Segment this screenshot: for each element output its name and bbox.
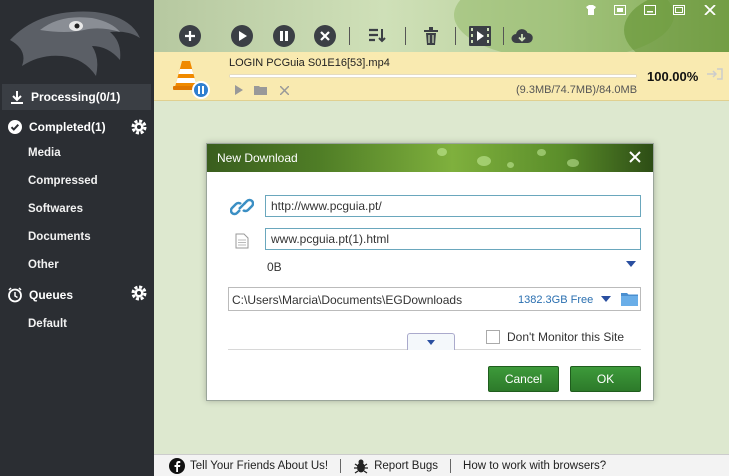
sidebar-item-queues[interactable]: Queues — [0, 282, 154, 308]
pause-badge-icon[interactable] — [192, 81, 210, 99]
open-file-icon[interactable] — [707, 68, 723, 80]
sidebar-item-default[interactable]: Default — [28, 318, 67, 330]
sidebar-item-label: Queues — [29, 288, 74, 302]
sidebar-item-softwares[interactable]: Softwares — [28, 203, 83, 215]
footer-separator — [450, 458, 452, 473]
gear-icon[interactable] — [130, 118, 148, 136]
close-button[interactable] — [701, 3, 719, 17]
chevron-down-icon — [427, 339, 435, 345]
folder-icon[interactable] — [253, 84, 267, 96]
shirt-skin-icon[interactable] — [582, 3, 600, 17]
download-progress — [229, 74, 637, 78]
play-icon[interactable] — [232, 84, 244, 96]
file-size: 0B — [267, 260, 282, 274]
url-input[interactable] — [265, 195, 641, 217]
browsers-help-link[interactable]: How to work with browsers? — [463, 460, 606, 472]
tell-friends-label: Tell Your Friends About Us! — [190, 459, 329, 472]
restore-icon[interactable] — [611, 3, 629, 17]
report-bugs-link[interactable]: Report Bugs — [353, 458, 438, 474]
video-convert-icon[interactable] — [468, 25, 492, 47]
dont-monitor-checkbox[interactable] — [486, 330, 500, 344]
toolbar-separator — [455, 27, 456, 45]
water-drop — [567, 159, 579, 167]
water-drop — [477, 156, 491, 166]
download-percent: 100.00% — [647, 69, 699, 84]
report-bugs-label: Report Bugs — [374, 459, 439, 472]
footer-separator — [340, 458, 342, 473]
download-size: (9.3MB/74.7MB)/84.0MB — [516, 84, 638, 96]
sidebar-item-media[interactable]: Media — [28, 147, 61, 159]
save-path-field[interactable]: C:\Users\Marcia\Documents\EGDownloads 13… — [228, 287, 641, 311]
footer: Tell Your Friends About Us! Report Bugs … — [154, 454, 729, 476]
sort-icon[interactable] — [366, 25, 388, 47]
download-icon — [9, 89, 25, 105]
download-item[interactable]: LOGIN PCGuia S01E16[53].mp4 100.00% (9.3… — [154, 52, 729, 101]
water-drop — [437, 148, 447, 156]
water-drop — [537, 149, 546, 156]
close-icon[interactable] — [278, 84, 290, 96]
toolbar — [154, 0, 729, 52]
sidebar-item-other[interactable]: Other — [28, 259, 59, 271]
pause-button[interactable] — [273, 25, 295, 47]
stop-button[interactable] — [314, 25, 336, 47]
check-circle-icon — [7, 119, 23, 135]
download-filename: LOGIN PCGuia S01E16[53].mp4 — [229, 57, 390, 69]
sidebar-item-label: Completed(1) — [29, 120, 106, 134]
browsers-help-label: How to work with browsers? — [463, 459, 607, 472]
chevron-down-icon[interactable] — [601, 296, 611, 302]
minimize-button[interactable] — [641, 3, 659, 17]
save-path: C:\Users\Marcia\Documents\EGDownloads — [232, 293, 463, 307]
dont-monitor-label: Don't Monitor this Site — [507, 330, 625, 344]
dialog-title: New Download — [217, 151, 298, 165]
progress-fill — [230, 75, 636, 77]
bug-icon — [354, 459, 369, 474]
toolbar-separator — [503, 27, 504, 45]
more-options-toggle[interactable] — [407, 333, 455, 350]
link-icon — [230, 198, 254, 216]
chevron-down-icon[interactable] — [626, 261, 636, 267]
water-drop — [507, 162, 514, 168]
dialog-close-icon[interactable] — [627, 149, 643, 165]
sidebar-item-processing[interactable]: Processing(0/1) — [2, 84, 151, 110]
trash-icon[interactable] — [420, 25, 442, 47]
folder-icon[interactable] — [621, 292, 638, 306]
add-button[interactable] — [179, 25, 201, 47]
clock-icon — [7, 287, 23, 303]
sidebar-item-documents[interactable]: Documents — [28, 231, 91, 243]
toolbar-separator — [405, 27, 406, 45]
sidebar-item-compressed[interactable]: Compressed — [28, 175, 98, 187]
dialog-header: New Download — [207, 144, 653, 172]
cancel-button[interactable]: Cancel — [488, 366, 559, 392]
cloud-download-icon[interactable] — [510, 25, 534, 47]
ok-button[interactable]: OK — [570, 366, 641, 392]
app-logo — [0, 0, 154, 84]
free-space: 1382.3GB Free — [518, 294, 594, 306]
gear-icon[interactable] — [130, 284, 148, 302]
eagle-logo-icon — [10, 11, 140, 76]
sidebar: Processing(0/1) Completed(1) Media Compr… — [0, 0, 154, 476]
toolbar-separator — [349, 27, 350, 45]
maximize-button[interactable] — [670, 3, 688, 17]
tell-friends-link[interactable]: Tell Your Friends About Us! — [169, 457, 329, 474]
filename-input[interactable] — [265, 228, 641, 250]
facebook-icon — [169, 457, 185, 474]
sidebar-item-label: Processing(0/1) — [31, 90, 121, 104]
new-download-dialog: New Download 0B C:\Users\Marcia\Document… — [206, 143, 654, 401]
start-button[interactable] — [231, 25, 253, 47]
sidebar-item-completed[interactable]: Completed(1) — [0, 114, 154, 140]
file-icon — [235, 233, 249, 249]
